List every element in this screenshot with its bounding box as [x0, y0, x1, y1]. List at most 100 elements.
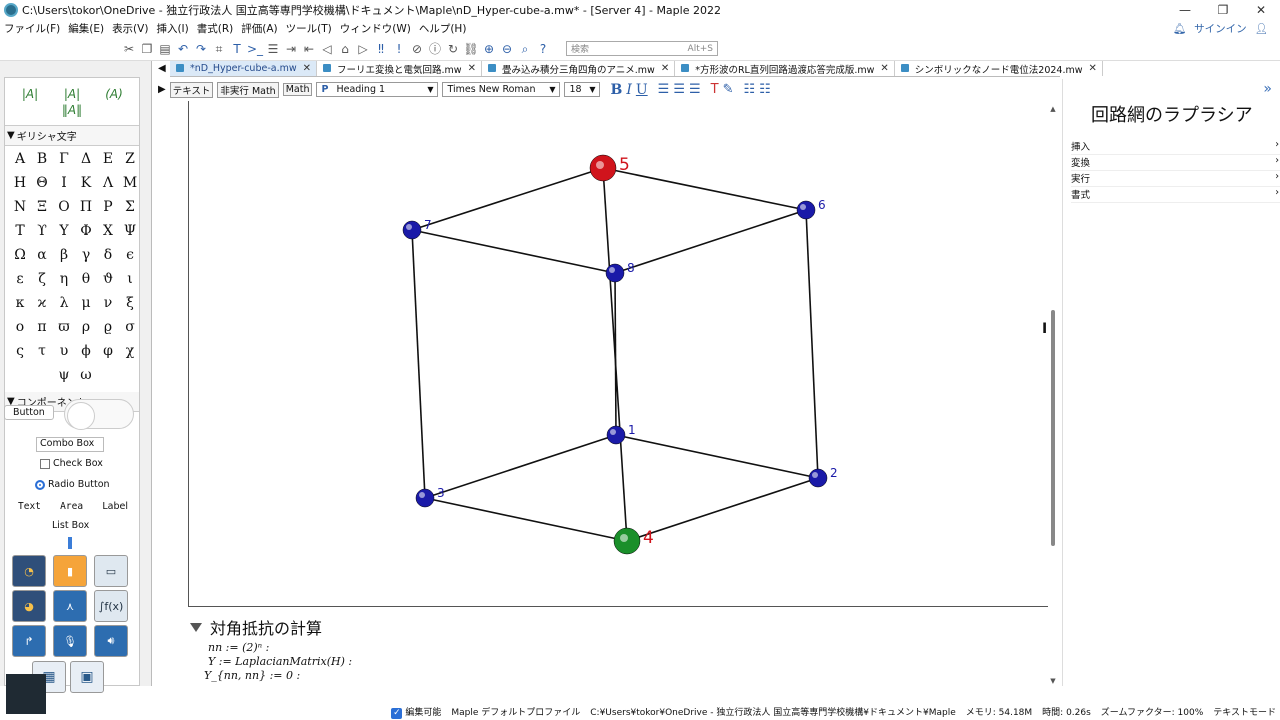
greek-letter[interactable]: ϖ [53, 317, 75, 338]
tab-close-icon[interactable]: ✕ [661, 63, 669, 74]
menu-format[interactable]: 書式(R) [193, 21, 238, 36]
vertical-scrollbar[interactable]: ▲ ▼ [1048, 105, 1058, 685]
scroll-down-icon[interactable]: ▼ [1048, 677, 1058, 685]
zoom-reset-icon[interactable]: ⌕ [517, 41, 533, 57]
document-tab[interactable]: フーリエ変換と電気回路.mw ✕ [317, 61, 482, 76]
greek-letter[interactable]: Ε [97, 149, 119, 170]
paragraph-icon[interactable]: ☰ [265, 41, 281, 57]
execute-all-icon[interactable]: ‼ [373, 41, 389, 57]
math-mode-button[interactable]: Math [282, 83, 313, 96]
align-left-icon[interactable]: ☰ [658, 82, 670, 97]
menu-file[interactable]: ファイル(F) [0, 21, 64, 36]
combo-box-component[interactable]: Combo Box [36, 437, 104, 452]
insert-text-icon[interactable]: T [229, 41, 245, 57]
document-tab[interactable]: *nD_Hyper-cube-a.mw ✕ [170, 61, 318, 76]
maximize-button[interactable]: ❐ [1204, 3, 1242, 17]
text-component[interactable]: Text [18, 501, 41, 512]
zoom-out-icon[interactable]: ⊖ [499, 41, 515, 57]
redo-icon[interactable]: ↷ [193, 41, 209, 57]
execute-icon[interactable]: ! [391, 41, 407, 57]
math-line-3[interactable]: Y_{nn, nn} := 0 : [204, 669, 300, 682]
greek-letter[interactable]: υ [53, 341, 75, 362]
greek-letter[interactable]: δ [97, 245, 119, 266]
greek-letter[interactable]: κ [9, 293, 31, 314]
greek-letter[interactable]: α [31, 245, 53, 266]
menu-help[interactable]: ヘルプ(H) [415, 21, 471, 36]
editable-status[interactable]: ✓ 編集可能 [391, 705, 441, 719]
label-component[interactable]: Label [102, 501, 128, 512]
gauge-icon[interactable]: ◔ [12, 555, 46, 587]
greek-letter[interactable]: Ξ [31, 197, 53, 218]
greek-letter[interactable]: Φ [75, 221, 97, 242]
align-center-icon[interactable]: ☰ [673, 82, 685, 97]
greek-letter[interactable]: Ρ [97, 197, 119, 218]
bullet-list-icon[interactable]: ☷ [744, 82, 756, 97]
greek-letter[interactable]: Ο [53, 197, 75, 218]
tab-close-icon[interactable]: ✕ [1089, 63, 1097, 74]
underline-button[interactable]: U [636, 82, 648, 98]
speaker-icon[interactable]: 🔊︎ [94, 625, 128, 657]
format-collapse-icon[interactable]: ▶ [158, 84, 166, 95]
context-item-execute[interactable]: 実行 › [1071, 171, 1280, 187]
list-box-component[interactable]: List Box [52, 520, 89, 531]
tab-close-icon[interactable]: ✕ [303, 63, 311, 74]
home-icon[interactable]: ⌂ [337, 41, 353, 57]
rotate-arrow-icon[interactable]: ↱ [12, 625, 46, 657]
greek-letter[interactable]: Σ [119, 197, 141, 218]
greek-letter[interactable]: ζ [31, 269, 53, 290]
user-icon[interactable]: 👤︎ [1255, 22, 1268, 35]
indent-icon[interactable]: ⇥ [283, 41, 299, 57]
abs-template-2[interactable]: |A| [61, 87, 83, 101]
greek-letter[interactable]: Μ [119, 173, 141, 194]
font-dropdown[interactable]: Times New Roman ▼ [442, 82, 561, 97]
insert-math-icon[interactable]: ⌗ [211, 41, 227, 57]
notification-bell-icon[interactable]: 🔔︎ [1173, 22, 1186, 35]
greek-letter[interactable]: β [53, 245, 75, 266]
greek-letter[interactable]: Λ [97, 173, 119, 194]
greek-letter[interactable]: τ [31, 341, 53, 362]
greek-letter[interactable]: Η [9, 173, 31, 194]
outdent-icon[interactable]: ⇤ [301, 41, 317, 57]
context-item-format[interactable]: 書式 › [1071, 187, 1280, 203]
greek-letter[interactable]: ω [75, 365, 97, 386]
greek-letter[interactable]: ϕ [75, 341, 97, 362]
greek-letter[interactable]: Ψ [119, 221, 141, 242]
help-icon[interactable]: ? [535, 41, 551, 57]
section-collapse-icon[interactable] [190, 622, 202, 632]
greek-letter[interactable]: ϱ [97, 317, 119, 338]
size-dropdown[interactable]: 18 ▼ [564, 82, 601, 97]
hypercube-plot[interactable]: 1 2 3 4 5 6 7 8 [158, 101, 1048, 601]
greek-letter[interactable]: θ [75, 269, 97, 290]
italic-button[interactable]: I [626, 82, 632, 98]
mathcontainer-icon[interactable]: ⋏ [53, 590, 87, 622]
greek-letter[interactable]: Υ [53, 221, 75, 242]
minimize-button[interactable]: — [1166, 3, 1204, 17]
menu-window[interactable]: ウィンドウ(W) [336, 21, 415, 36]
menu-view[interactable]: 表示(V) [108, 21, 152, 36]
check-box-component[interactable]: Check Box [40, 458, 103, 469]
greek-letter[interactable]: Θ [31, 173, 53, 194]
menu-tools[interactable]: ツール(T) [282, 21, 336, 36]
context-item-convert[interactable]: 変換 › [1071, 155, 1280, 171]
greek-letter[interactable]: Ι [53, 173, 75, 194]
cut-icon[interactable]: ✂ [121, 41, 137, 57]
greek-letter[interactable]: ν [97, 293, 119, 314]
scrollbar-thumb[interactable] [1051, 310, 1055, 546]
greek-letter[interactable]: ο [9, 317, 31, 338]
radio-button-component[interactable]: Radio Button [35, 479, 110, 490]
restart-icon[interactable]: ↻ [445, 41, 461, 57]
greek-letter[interactable]: Δ [75, 149, 97, 170]
video-layout-icon[interactable]: ▣ [70, 661, 104, 693]
paren-template[interactable]: (A) [103, 87, 125, 101]
dial-icon[interactable]: ◕ [12, 590, 46, 622]
expand-panel-icon[interactable]: » [1263, 81, 1272, 97]
numbered-list-icon[interactable]: ☷ [759, 82, 771, 97]
greek-letter[interactable]: χ [119, 341, 141, 362]
greek-letter[interactable]: Χ [97, 221, 119, 242]
forward-icon[interactable]: ▷ [355, 41, 371, 57]
context-item-insert[interactable]: 挿入 › [1071, 139, 1280, 155]
tab-close-icon[interactable]: ✕ [468, 63, 476, 74]
worksheet-area[interactable]: 1 2 3 4 5 6 7 8 I 対角抵抗の計算 nn := (2)ⁿ : Y := Lap… [158, 101, 1060, 687]
greek-letter[interactable]: Γ [53, 149, 75, 170]
nonexec-math-button[interactable]: 非実行 Math [217, 81, 279, 98]
